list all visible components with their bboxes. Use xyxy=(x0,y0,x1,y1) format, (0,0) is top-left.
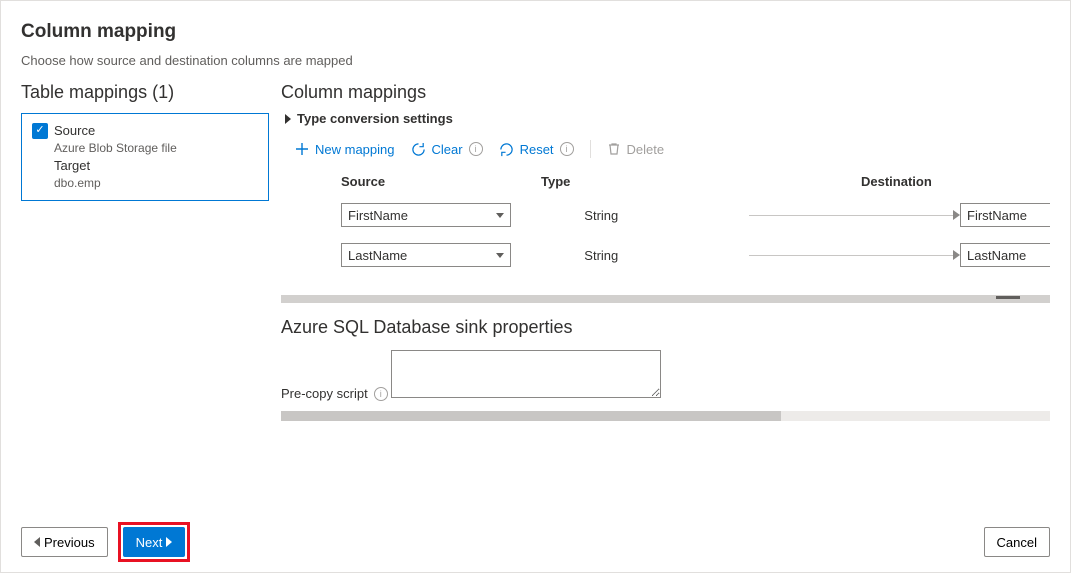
column-mappings-title: Column mappings xyxy=(281,82,1050,103)
destination-value: LastName xyxy=(967,248,1026,263)
mapping-arrow xyxy=(749,210,960,220)
clear-label: Clear xyxy=(432,142,463,157)
mapping-toolbar: New mapping Clear i Reset i xyxy=(281,140,1050,158)
chevron-down-icon xyxy=(496,213,504,218)
chevron-down-icon xyxy=(496,253,504,258)
clear-icon xyxy=(411,142,426,157)
source-label: Source xyxy=(54,122,95,140)
table-mappings-title: Table mappings (1) xyxy=(21,82,269,103)
source-value: LastName xyxy=(348,248,407,263)
mapping-arrow xyxy=(749,250,960,260)
col-header-type: Type xyxy=(541,174,861,189)
next-button[interactable]: Next xyxy=(123,527,186,557)
caret-right-icon xyxy=(285,114,291,124)
info-icon[interactable]: i xyxy=(469,142,483,156)
type-conversion-label: Type conversion settings xyxy=(297,111,453,126)
reset-label: Reset xyxy=(520,142,554,157)
check-icon[interactable]: ✓ xyxy=(32,123,48,139)
cancel-button[interactable]: Cancel xyxy=(984,527,1050,557)
col-header-destination: Destination xyxy=(861,174,1050,189)
target-value: dbo.emp xyxy=(54,175,258,192)
plus-icon xyxy=(295,142,309,156)
chevron-left-icon xyxy=(34,537,40,547)
target-label: Target xyxy=(54,157,258,175)
table-row: LastName String LastName xyxy=(281,235,1050,275)
mapping-table: Source Type Destination FirstName String xyxy=(281,168,1050,275)
info-icon[interactable]: i xyxy=(374,387,388,401)
pre-copy-label: Pre-copy script xyxy=(281,386,368,401)
type-conversion-toggle[interactable]: Type conversion settings xyxy=(285,111,1050,126)
column-mappings-panel: Column mappings Type conversion settings… xyxy=(281,82,1050,508)
chevron-right-icon xyxy=(166,537,172,547)
destination-column-field[interactable]: LastName xyxy=(960,243,1050,267)
reset-button[interactable]: Reset i xyxy=(499,142,574,157)
page-subtitle: Choose how source and destination column… xyxy=(21,53,1050,68)
next-button-highlight: Next xyxy=(118,522,191,562)
toolbar-separator xyxy=(590,140,591,158)
new-mapping-button[interactable]: New mapping xyxy=(295,142,395,157)
reset-icon xyxy=(499,142,514,157)
pre-copy-script-input[interactable] xyxy=(391,350,661,398)
horizontal-scrollbar[interactable] xyxy=(281,411,1050,421)
col-header-source: Source xyxy=(341,174,541,189)
clear-button[interactable]: Clear i xyxy=(411,142,483,157)
previous-button[interactable]: Previous xyxy=(21,527,108,557)
sink-properties-title: Azure SQL Database sink properties xyxy=(281,317,1050,338)
destination-value: FirstName xyxy=(967,208,1027,223)
info-icon[interactable]: i xyxy=(560,142,574,156)
type-value: String xyxy=(524,208,749,223)
panel-splitter[interactable] xyxy=(281,295,1050,303)
cancel-label: Cancel xyxy=(997,535,1037,550)
previous-label: Previous xyxy=(44,535,95,550)
delete-button: Delete xyxy=(607,142,665,157)
table-mappings-panel: Table mappings (1) ✓ Source Azure Blob S… xyxy=(21,82,269,508)
trash-icon xyxy=(607,142,621,156)
delete-label: Delete xyxy=(627,142,665,157)
next-label: Next xyxy=(136,535,163,550)
source-value: FirstName xyxy=(348,208,408,223)
source-value: Azure Blob Storage file xyxy=(54,140,258,157)
source-column-select[interactable]: FirstName xyxy=(341,203,511,227)
table-row: FirstName String FirstName xyxy=(281,195,1050,235)
type-value: String xyxy=(524,248,749,263)
page-title: Column mapping xyxy=(21,21,1050,43)
new-mapping-label: New mapping xyxy=(315,142,395,157)
source-column-select[interactable]: LastName xyxy=(341,243,511,267)
destination-column-field[interactable]: FirstName xyxy=(960,203,1050,227)
table-mapping-card[interactable]: ✓ Source Azure Blob Storage file Target … xyxy=(21,113,269,201)
sink-properties-section: Azure SQL Database sink properties Pre-c… xyxy=(281,317,1050,405)
